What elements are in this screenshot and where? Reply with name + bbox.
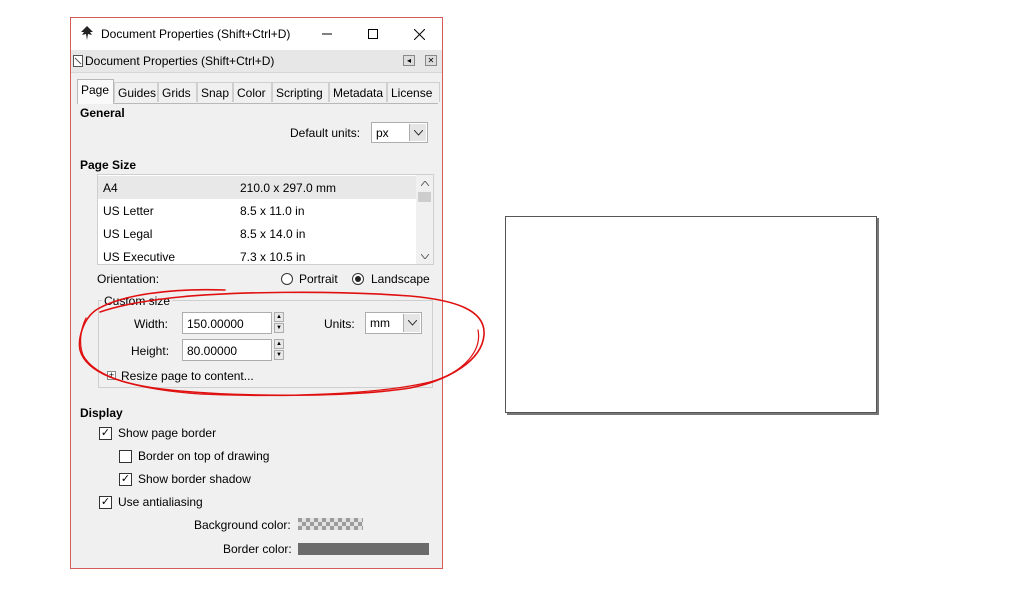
list-scrollbar[interactable] xyxy=(416,175,433,264)
page-size-heading: Page Size xyxy=(80,158,137,172)
units-value: mm xyxy=(370,316,390,330)
background-color-swatch[interactable] xyxy=(298,518,363,530)
general-heading: General xyxy=(80,106,125,120)
default-units-label: Default units: xyxy=(290,126,361,140)
close-icon: ✕ xyxy=(427,56,435,65)
scroll-down-arrow-icon[interactable] xyxy=(416,248,433,264)
pin-icon: ◂ xyxy=(406,56,411,65)
show-border-shadow-checkbox[interactable]: ✓ xyxy=(119,473,132,486)
close-icon xyxy=(413,28,425,40)
scrollbar-thumb[interactable] xyxy=(418,192,431,202)
page-size-name: US Legal xyxy=(103,227,153,241)
page-size-dimensions: 8.5 x 14.0 in xyxy=(240,227,306,241)
use-antialiasing-label[interactable]: Use antialiasing xyxy=(118,495,203,509)
display-heading: Display xyxy=(80,406,123,420)
portrait-radio[interactable] xyxy=(281,273,293,285)
show-border-shadow-label[interactable]: Show border shadow xyxy=(138,472,251,486)
show-page-border-label[interactable]: Show page border xyxy=(118,426,216,440)
inkscape-icon xyxy=(81,26,93,40)
width-stepper[interactable]: ▲ ▼ xyxy=(274,312,284,334)
width-input[interactable]: 150.00000 xyxy=(182,312,272,334)
page-size-name: A4 xyxy=(103,181,118,195)
width-value: 150.00000 xyxy=(187,317,244,331)
dock-title: Document Properties (Shift+Ctrl+D) xyxy=(85,54,275,68)
list-item[interactable]: A4 210.0 x 297.0 mm xyxy=(98,176,418,199)
increment-icon[interactable]: ▲ xyxy=(274,312,284,322)
list-item[interactable]: US Executive 7.3 x 10.5 in xyxy=(98,245,418,264)
portrait-label[interactable]: Portrait xyxy=(299,272,338,286)
orientation-label: Orientation: xyxy=(97,272,160,286)
custom-size-legend: Custom size xyxy=(102,294,173,308)
dock-header: Document Properties (Shift+Ctrl+D) ◂ ✕ xyxy=(71,50,442,73)
scroll-up-arrow-icon[interactable] xyxy=(416,175,433,191)
tab-grids[interactable]: Grids xyxy=(158,82,197,102)
decrement-icon[interactable]: ▼ xyxy=(274,350,284,360)
chevron-down-icon xyxy=(403,314,420,332)
tab-metadata[interactable]: Metadata xyxy=(329,82,387,102)
maximize-button[interactable] xyxy=(350,18,396,50)
border-on-top-label[interactable]: Border on top of drawing xyxy=(138,449,269,463)
border-color-swatch[interactable] xyxy=(298,543,429,555)
page-size-list[interactable]: A4 210.0 x 297.0 mm US Letter 8.5 x 11.0… xyxy=(97,174,434,265)
height-label: Height: xyxy=(131,344,170,358)
checkmark-icon: ✓ xyxy=(120,473,131,485)
border-color-label: Border color: xyxy=(223,542,292,556)
landscape-radio[interactable] xyxy=(352,273,364,285)
tab-scripting[interactable]: Scripting xyxy=(272,82,329,102)
dock-close-button[interactable]: ✕ xyxy=(425,55,437,66)
window-title: Document Properties (Shift+Ctrl+D) xyxy=(101,27,291,41)
default-units-select[interactable]: px xyxy=(371,122,428,143)
checkmark-icon: ✓ xyxy=(100,427,111,439)
minimize-icon xyxy=(322,33,332,35)
page-preview xyxy=(505,216,877,413)
page-size-name: US Letter xyxy=(103,204,154,218)
height-value: 80.00000 xyxy=(187,344,238,358)
list-item[interactable]: US Letter 8.5 x 11.0 in xyxy=(98,199,418,222)
tab-license[interactable]: License xyxy=(387,82,440,102)
decrement-icon[interactable]: ▼ xyxy=(274,323,284,333)
border-on-top-checkbox[interactable] xyxy=(119,450,132,463)
height-stepper[interactable]: ▲ ▼ xyxy=(274,339,284,361)
default-units-value: px xyxy=(376,126,389,140)
increment-icon[interactable]: ▲ xyxy=(274,339,284,349)
show-page-border-checkbox[interactable]: ✓ xyxy=(99,427,112,440)
tab-snap[interactable]: Snap xyxy=(197,82,233,102)
width-label: Width: xyxy=(134,317,169,331)
minimize-button[interactable] xyxy=(304,18,350,50)
document-properties-icon xyxy=(73,55,83,67)
tab-color[interactable]: Color xyxy=(233,82,272,102)
close-button[interactable] xyxy=(396,18,442,50)
units-select[interactable]: mm xyxy=(365,312,422,334)
page-size-dimensions: 7.3 x 10.5 in xyxy=(240,250,306,264)
list-item[interactable]: US Legal 8.5 x 14.0 in xyxy=(98,222,418,245)
page-size-dimensions: 8.5 x 11.0 in xyxy=(240,204,305,218)
height-input[interactable]: 80.00000 xyxy=(182,339,272,361)
use-antialiasing-checkbox[interactable]: ✓ xyxy=(99,496,112,509)
resize-to-content-expander[interactable]: Resize page to content... xyxy=(121,369,254,383)
dock-pin-button[interactable]: ◂ xyxy=(403,55,415,66)
background-color-label: Background color: xyxy=(194,518,291,532)
checkmark-icon: ✓ xyxy=(100,496,111,508)
page-size-dimensions: 210.0 x 297.0 mm xyxy=(240,181,337,195)
page-size-name: US Executive xyxy=(103,250,176,264)
maximize-icon xyxy=(368,29,378,39)
landscape-label[interactable]: Landscape xyxy=(371,272,430,286)
tab-guides[interactable]: Guides xyxy=(114,82,158,102)
units-label: Units: xyxy=(324,317,355,331)
document-properties-window: Document Properties (Shift+Ctrl+D) Docum… xyxy=(70,17,443,569)
tab-page[interactable]: Page xyxy=(77,79,114,104)
title-bar[interactable]: Document Properties (Shift+Ctrl+D) xyxy=(71,18,442,50)
chevron-down-icon xyxy=(409,124,426,141)
expand-icon[interactable]: + xyxy=(107,371,116,380)
